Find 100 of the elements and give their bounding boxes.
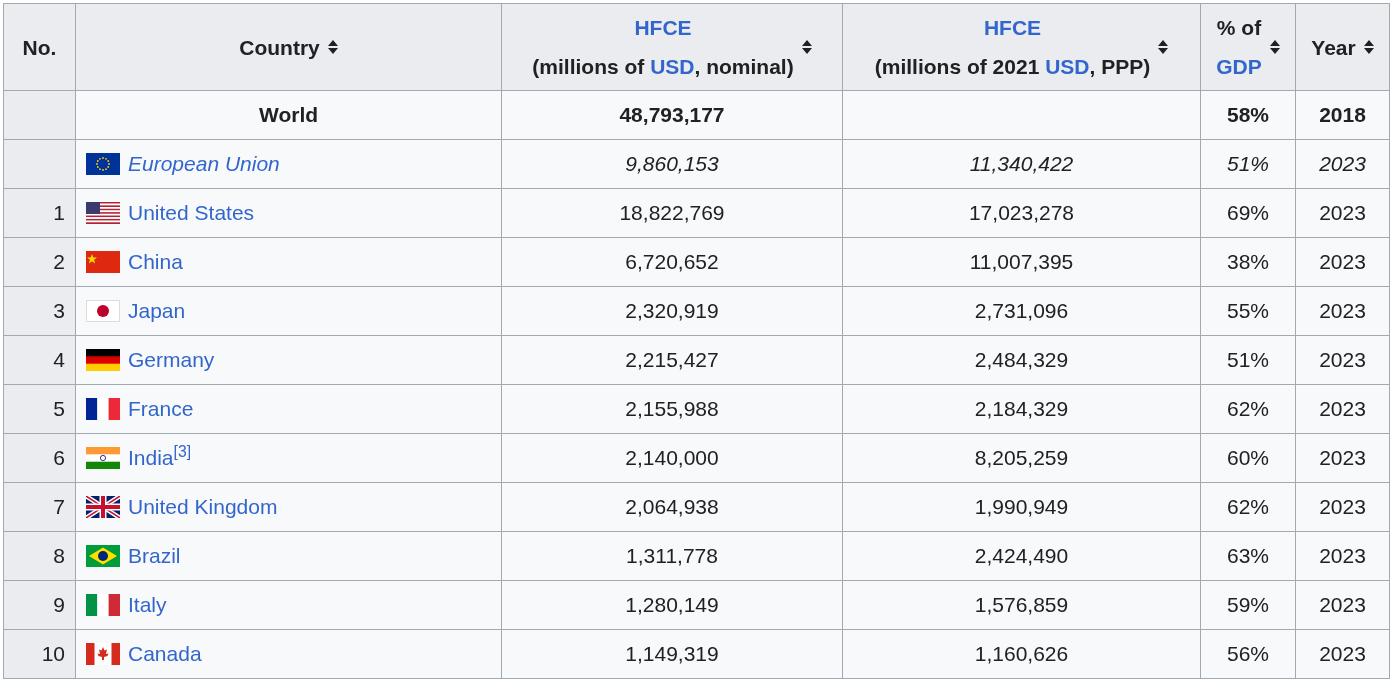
column-header[interactable]: HFCE (millions of USD, nominal) (501, 3, 843, 91)
flag-icon (86, 251, 120, 273)
nominal-value: 2,155,988 (625, 397, 719, 420)
header-text: (millions of (532, 55, 646, 78)
year-value: 2023 (1319, 201, 1366, 224)
flag-icon (86, 300, 120, 322)
gdp-share: 51% (1227, 152, 1269, 175)
ppp-value: 2,731,096 (974, 299, 1069, 322)
gdp-share: 63% (1227, 544, 1269, 567)
rank-number: 5 (53, 397, 65, 420)
sort-icon[interactable] (327, 39, 338, 55)
year-value: 2023 (1319, 152, 1366, 175)
flag-icon (86, 545, 120, 567)
country-link[interactable]: Japan (128, 299, 186, 323)
gdp-share: 62% (1227, 397, 1269, 420)
country-link[interactable]: European Union (128, 152, 280, 176)
flag-icon (86, 153, 120, 175)
nominal-value: 18,822,769 (619, 201, 725, 224)
flag-icon (86, 594, 120, 616)
rank-number: 1 (53, 201, 65, 224)
flag-icon (86, 398, 120, 420)
year-value: 2023 (1319, 544, 1366, 567)
flag-icon (86, 643, 120, 665)
rank-number: 7 (53, 495, 65, 518)
header-text: Year (1311, 35, 1356, 59)
year-value: 2023 (1319, 348, 1366, 371)
nominal-value: 2,140,000 (625, 446, 719, 469)
year-value: 2018 (1319, 103, 1366, 126)
rank-number: 10 (41, 642, 65, 665)
ppp-value: 1,576,859 (974, 593, 1069, 616)
gdp-share: 58% (1227, 103, 1269, 126)
country-link[interactable]: France (128, 397, 194, 421)
nominal-value: 1,280,149 (625, 593, 719, 616)
gdp-share: 69% (1227, 201, 1269, 224)
ppp-value: 11,340,422 (969, 152, 1074, 175)
nominal-value: 1,149,319 (625, 642, 719, 665)
ppp-value: 2,184,329 (974, 397, 1069, 420)
sort-icon[interactable] (1269, 39, 1280, 55)
header-text: , nominal) (694, 55, 794, 78)
gdp-share: 59% (1227, 593, 1269, 616)
ppp-value: 11,007,395 (969, 250, 1074, 273)
country-link[interactable]: India$^{[3]}$ (128, 446, 192, 470)
sort-icon[interactable] (801, 39, 812, 55)
column-header[interactable]: Country (75, 3, 502, 91)
header-text: No. (22, 35, 57, 59)
country-link[interactable]: Germany (128, 348, 215, 372)
header-text: % of (1216, 16, 1262, 39)
rank-number: 2 (53, 250, 65, 273)
flag-icon (86, 202, 120, 224)
column-header[interactable]: % of GDP (1200, 3, 1296, 91)
year-value: 2023 (1319, 397, 1366, 420)
header-text: Country (239, 35, 320, 59)
flag-icon (86, 447, 120, 469)
column-header[interactable]: HFCE (millions of 2021 USD, PPP) (842, 3, 1201, 91)
year-value: 2023 (1319, 446, 1366, 469)
rank-number: 4 (53, 348, 65, 371)
country-link[interactable]: Brazil (128, 544, 181, 568)
gdp-share: 62% (1227, 495, 1269, 518)
sort-icon[interactable] (1363, 39, 1374, 55)
ppp-value: 2,424,490 (974, 544, 1069, 567)
gdp-share: 55% (1227, 299, 1269, 322)
header-text: (millions of 2021 (874, 55, 1041, 78)
rank-number: 3 (53, 299, 65, 322)
nominal-value: 2,215,427 (625, 348, 719, 371)
year-value: 2023 (1319, 495, 1366, 518)
nominal-value: 9,860,153 (625, 152, 719, 175)
ppp-value: 8,205,259 (974, 446, 1069, 469)
nominal-value: 6,720,652 (625, 250, 719, 273)
nominal-value: 2,064,938 (625, 495, 719, 518)
year-value: 2023 (1319, 593, 1366, 616)
year-value: 2023 (1319, 642, 1366, 665)
header-text: , PPP) (1089, 55, 1151, 78)
rank-number: 6 (53, 446, 65, 469)
nominal-value: 2,320,919 (625, 299, 719, 322)
country-link[interactable]: United Kingdom (128, 495, 278, 519)
ppp-value: 17,023,278 (968, 201, 1075, 224)
nominal-value: 1,311,778 (626, 544, 718, 567)
year-value: 2023 (1319, 299, 1366, 322)
country-link[interactable]: United States (128, 201, 255, 225)
rank-number: 8 (53, 544, 65, 567)
sort-icon[interactable] (1158, 39, 1169, 55)
rank-number: 9 (53, 593, 65, 616)
header-link[interactable]: HFCE (634, 16, 692, 39)
ppp-value: 1,160,626 (974, 642, 1069, 665)
gdp-share: 56% (1227, 642, 1269, 665)
header-link[interactable]: HFCE (983, 16, 1042, 39)
header-link[interactable]: USD (1045, 55, 1090, 78)
region-name: World (258, 103, 319, 126)
ppp-value: 1,990,949 (974, 495, 1069, 518)
country-link[interactable]: Canada (128, 642, 202, 666)
header-link[interactable]: GDP (1216, 55, 1262, 78)
gdp-share: 38% (1227, 250, 1269, 273)
flag-icon (86, 496, 120, 518)
country-link[interactable]: China (128, 250, 183, 274)
country-link[interactable]: Italy (128, 593, 167, 617)
ppp-value: 2,484,329 (974, 348, 1069, 371)
column-header[interactable]: Year (1295, 3, 1390, 91)
header-link[interactable]: USD (650, 55, 695, 78)
gdp-share: 51% (1227, 348, 1269, 371)
flag-icon (86, 349, 120, 371)
